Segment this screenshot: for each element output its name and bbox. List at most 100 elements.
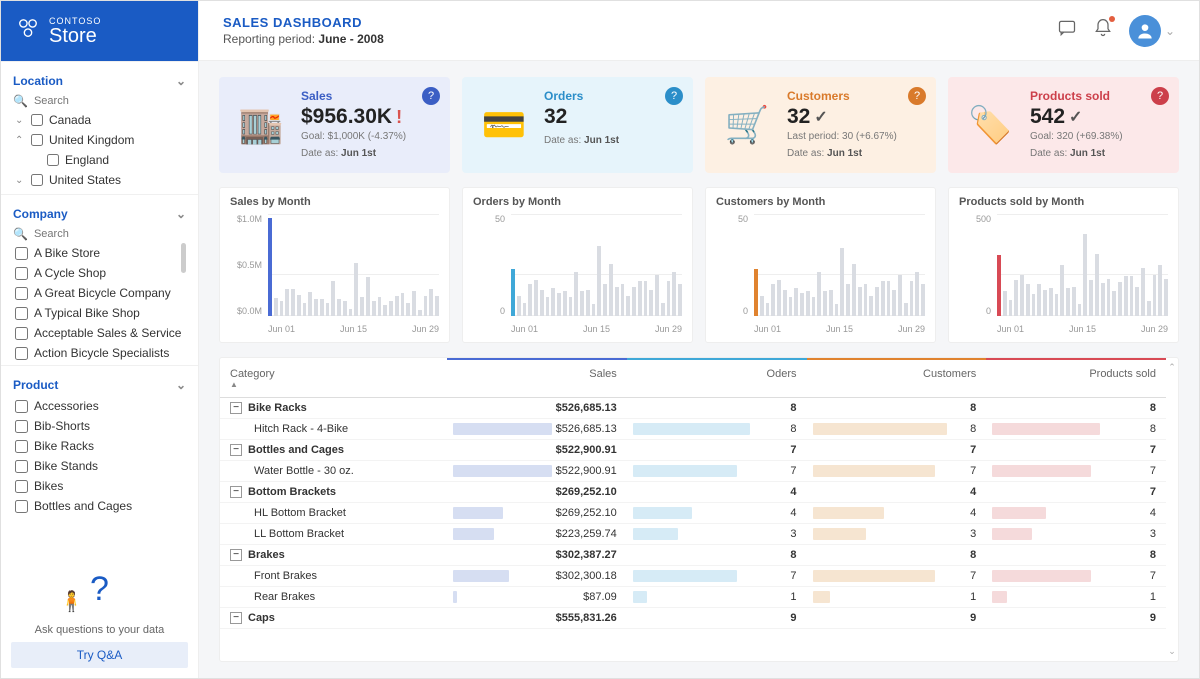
table-row[interactable]: −Brakes$302,387.27888 <box>220 545 1166 566</box>
table-row[interactable]: HL Bottom Bracket$269,252.10444 <box>220 503 1166 524</box>
table-row[interactable]: −Bike Racks$526,685.13888 <box>220 398 1166 419</box>
collapse-icon[interactable]: − <box>230 402 242 414</box>
collapse-icon[interactable]: − <box>230 444 242 456</box>
collapse-icon[interactable]: − <box>230 612 242 624</box>
bell-icon[interactable] <box>1093 18 1113 43</box>
col-orders[interactable]: Oders <box>627 358 807 398</box>
company-item[interactable]: A Cycle Shop <box>13 263 186 283</box>
checkbox[interactable] <box>15 440 28 453</box>
info-icon[interactable]: ? <box>1151 87 1169 105</box>
chart-bar <box>1158 265 1162 316</box>
scrollbar-thumb[interactable] <box>181 243 186 273</box>
collapse-icon[interactable]: − <box>230 486 242 498</box>
x-axis: Jun 01Jun 15Jun 29 <box>511 324 682 334</box>
company-panel-header[interactable]: Company ⌄ <box>13 203 186 225</box>
checkbox[interactable] <box>15 500 28 513</box>
product-item[interactable]: Bike Stands <box>13 456 186 476</box>
checkbox[interactable] <box>15 460 28 473</box>
checkbox[interactable] <box>15 327 28 340</box>
checkbox[interactable] <box>15 420 28 433</box>
checkbox[interactable] <box>15 480 28 493</box>
chart-bar <box>1020 275 1024 316</box>
chart-bar <box>892 290 896 316</box>
user-avatar[interactable] <box>1129 15 1161 47</box>
chart-bar <box>806 291 810 316</box>
notification-dot <box>1109 16 1115 22</box>
chart-products[interactable]: Products sold by Month 5000 Jun 01Jun 15… <box>948 187 1179 343</box>
company-item[interactable]: Acceptable Sales & Service <box>13 323 186 343</box>
chart-bar <box>655 275 659 316</box>
checkbox[interactable] <box>15 267 28 280</box>
info-icon[interactable]: ? <box>665 87 683 105</box>
checkbox[interactable] <box>31 174 43 186</box>
table-row[interactable]: −Bottles and Cages$522,900.91777 <box>220 440 1166 461</box>
checkbox[interactable] <box>47 154 59 166</box>
company-item[interactable]: A Typical Bike Shop <box>13 303 186 323</box>
product-item[interactable]: Bottles and Cages <box>13 496 186 516</box>
scroll-down-icon[interactable]: ⌄ <box>1168 646 1176 657</box>
location-search[interactable]: 🔍 <box>13 92 186 110</box>
kpi-sales-card[interactable]: ? 🏬 Sales $956.30K! Goal: $1,000K (-4.37… <box>219 77 450 173</box>
company-item[interactable]: A Bike Store <box>13 243 186 263</box>
comment-icon[interactable] <box>1057 18 1077 43</box>
table-row[interactable]: −Bottom Brackets$269,252.10447 <box>220 482 1166 503</box>
product-item[interactable]: Bib-Shorts <box>13 416 186 436</box>
col-customers[interactable]: Customers <box>807 358 987 398</box>
company-search[interactable]: 🔍 <box>13 225 186 243</box>
location-search-input[interactable] <box>34 95 154 107</box>
table-row[interactable]: Hitch Rack - 4-Bike$526,685.13888 <box>220 419 1166 440</box>
chart-bar <box>285 289 289 316</box>
info-icon[interactable]: ? <box>422 87 440 105</box>
chart-bar <box>1009 300 1013 316</box>
chevron-icon: ⌄ <box>15 115 25 126</box>
checkbox[interactable] <box>15 307 28 320</box>
location-panel-header[interactable]: Location ⌄ <box>13 70 186 92</box>
checkbox[interactable] <box>31 134 43 146</box>
table-row[interactable]: Front Brakes$302,300.18777 <box>220 566 1166 587</box>
location-item[interactable]: England <box>13 150 186 170</box>
kpi-products-card[interactable]: ? 🏷️ Products sold 542✓ Goal: 320 (+69.3… <box>948 77 1179 173</box>
try-qna-button[interactable]: Try Q&A <box>11 642 188 668</box>
checkbox[interactable] <box>15 287 28 300</box>
chart-orders[interactable]: Orders by Month 500 Jun 01Jun 15Jun 29 <box>462 187 693 343</box>
company-item[interactable]: A Great Bicycle Company <box>13 283 186 303</box>
col-category[interactable]: Category ▲ <box>220 358 447 398</box>
scroll-up-icon[interactable]: ⌃ <box>1168 362 1176 373</box>
dashboard-subtitle: Reporting period: June - 2008 <box>223 32 1041 46</box>
collapse-icon[interactable]: − <box>230 549 242 561</box>
chart-sales[interactable]: Sales by Month $1.0M$0.5M$0.0M Jun 01Jun… <box>219 187 450 343</box>
row-label: Hitch Rack - 4-Bike <box>254 423 348 435</box>
location-item[interactable]: ⌄Canada <box>13 110 186 130</box>
checkbox[interactable] <box>15 247 28 260</box>
chart-customers[interactable]: Customers by Month 500 Jun 01Jun 15Jun 2… <box>705 187 936 343</box>
kpi-customers-card[interactable]: ? 🛒 Customers 32✓ Last period: 30 (+6.67… <box>705 77 936 173</box>
company-item[interactable]: Action Bicycle Specialists <box>13 343 186 361</box>
kpi-orders-card[interactable]: ? 💳 Orders 32 Date as: Jun 1st <box>462 77 693 173</box>
checkbox[interactable] <box>15 347 28 360</box>
chart-bar <box>621 284 625 316</box>
product-item[interactable]: Bikes <box>13 476 186 496</box>
checkbox[interactable] <box>15 400 28 413</box>
product-item[interactable]: Bike Racks <box>13 436 186 456</box>
location-item[interactable]: ⌃United Kingdom <box>13 130 186 150</box>
location-item[interactable]: ⌄United States <box>13 170 186 190</box>
table-row[interactable]: Water Bottle - 30 oz.$522,900.91777 <box>220 461 1166 482</box>
search-icon: 🔍 <box>13 94 28 108</box>
chart-bar <box>800 293 804 316</box>
chart-bar <box>1083 234 1087 316</box>
table-row[interactable]: Rear Brakes$87.09111 <box>220 587 1166 608</box>
col-sales[interactable]: Sales <box>447 358 627 398</box>
company-label: Acceptable Sales & Service <box>34 326 181 340</box>
info-icon[interactable]: ? <box>908 87 926 105</box>
chevron-down-icon[interactable]: ⌄ <box>1165 24 1175 38</box>
product-item[interactable]: Accessories <box>13 396 186 416</box>
table-row[interactable]: −Caps$555,831.26999 <box>220 608 1166 629</box>
col-products[interactable]: Products sold <box>986 358 1166 398</box>
cart-icon: 🛒 <box>717 89 777 161</box>
table-row[interactable]: LL Bottom Bracket$223,259.74333 <box>220 524 1166 545</box>
product-panel-header[interactable]: Product ⌄ <box>13 374 186 396</box>
chart-bar <box>569 297 573 316</box>
company-label: A Typical Bike Shop <box>34 306 140 320</box>
checkbox[interactable] <box>31 114 43 126</box>
company-search-input[interactable] <box>34 228 154 240</box>
